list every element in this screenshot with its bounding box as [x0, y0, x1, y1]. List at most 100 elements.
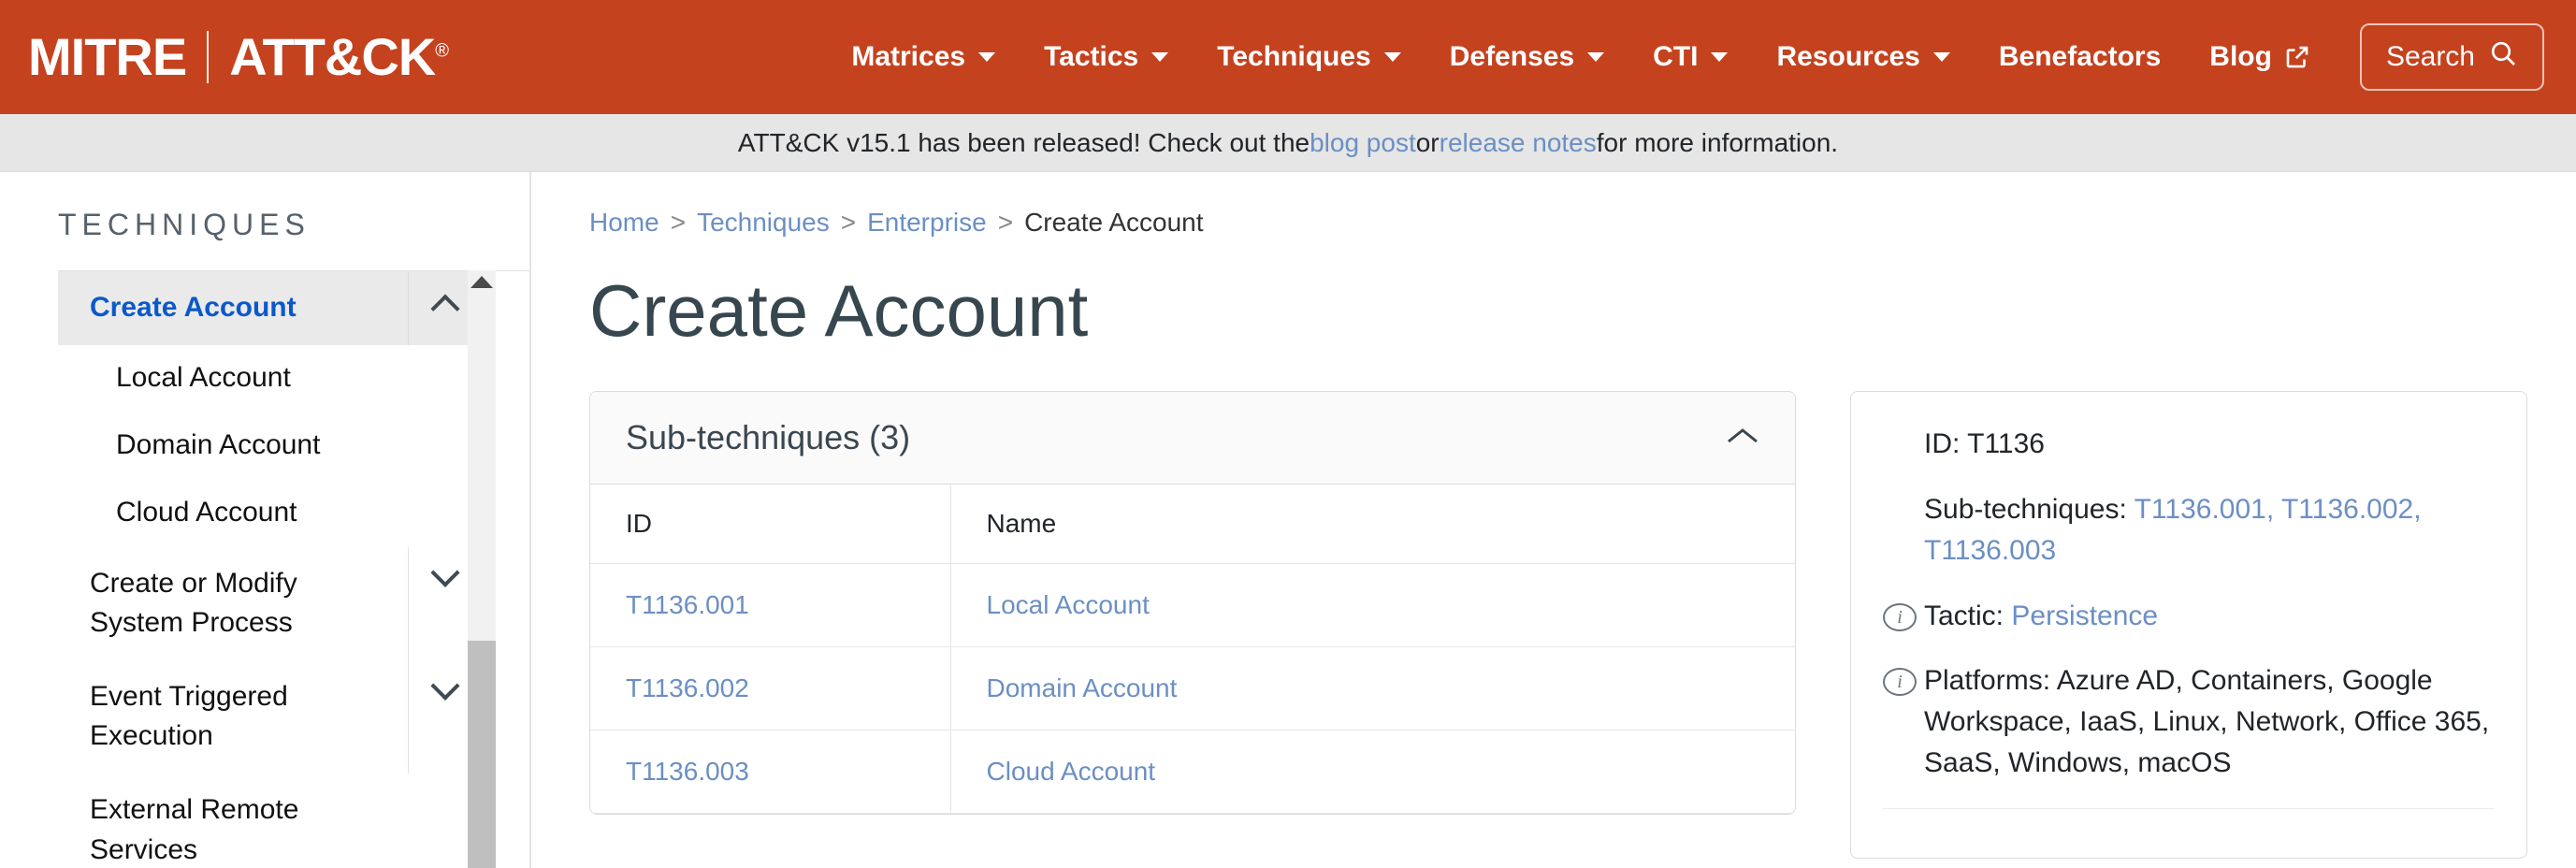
nav-item-label: Matrices	[851, 41, 966, 72]
breadcrumb: Home > Techniques > Enterprise > Create Accoun…	[589, 208, 2527, 238]
table-cell-id: T1136.002	[590, 646, 951, 731]
breadcrumb-item-current: Create Account	[1024, 208, 1204, 237]
sidebar-item-label: Event Triggered Execution	[90, 680, 288, 752]
nav-item-label: Techniques	[1217, 41, 1371, 72]
comma-separator: ,	[2413, 494, 2422, 526]
sidebar-subitem-cloud-account[interactable]: Cloud Account	[58, 480, 481, 547]
brand-mitre-text: MITRE	[28, 27, 187, 86]
breadcrumb-item-techniques[interactable]: Techniques	[697, 208, 830, 237]
info-circle-icon[interactable]: i	[1883, 668, 1917, 697]
subtechniques-card-header[interactable]: Sub-techniques (3)	[590, 392, 1795, 485]
banner-text-mid: or	[1415, 127, 1440, 157]
nav-item-matrices[interactable]: Matrices	[827, 32, 1020, 82]
info-label-platforms: Platforms:	[1924, 665, 2051, 697]
breadcrumb-separator: >	[997, 208, 1014, 237]
brand-divider	[207, 31, 210, 83]
registered-trademark-icon: ®	[435, 40, 449, 62]
nav-item-label: Defenses	[1449, 41, 1575, 72]
subtechnique-link-002[interactable]: T1136.002	[2281, 494, 2413, 525]
info-label-tactic: Tactic:	[1924, 600, 2004, 631]
table-row[interactable]: T1136.002 Domain Account	[590, 646, 1795, 731]
sidebar-list: Create Account Local Account Domain Acco…	[58, 271, 481, 868]
info-row-id: ID: T1136	[1883, 424, 2495, 489]
release-banner: ATT&CK v15.1 has been released! Check ou…	[0, 114, 2576, 172]
table-row[interactable]: T1136.001 Local Account	[590, 563, 1795, 648]
nav-item-benefactors[interactable]: Benefactors	[1975, 32, 2185, 82]
sidebar-item-label: Create or Modify System Process	[90, 567, 297, 639]
brand-attack-text: ATT&CK®	[229, 27, 449, 86]
subtechnique-name-link[interactable]: Domain Account	[987, 673, 1178, 702]
sidebar-title: TECHNIQUES	[58, 208, 311, 241]
table-row[interactable]: T1136.003 Cloud Account	[590, 730, 1795, 815]
nav-item-tactics[interactable]: Tactics	[1020, 32, 1193, 82]
sidebar-item-create-account[interactable]: Create Account	[58, 271, 481, 345]
subtechniques-table: ID Name T1136.001 Local Account T1136.00…	[590, 485, 1795, 815]
info-circle-icon[interactable]: i	[1883, 602, 1917, 631]
nav-item-label: Resources	[1776, 41, 1920, 72]
info-label-id: ID:	[1924, 428, 1961, 460]
sidebar-scroll-area: Create Account Local Account Domain Acco…	[58, 270, 529, 868]
sidebar-item-event-triggered-execution[interactable]: Event Triggered Execution	[58, 659, 481, 774]
column-header-id: ID	[590, 485, 951, 565]
banner-release-notes-link[interactable]: release notes	[1440, 128, 1597, 158]
sidebar-scrollbar[interactable]	[468, 270, 496, 868]
chevron-down-icon	[1711, 52, 1729, 62]
nav-item-label: Benefactors	[1998, 41, 2162, 72]
search-icon	[2488, 38, 2518, 76]
table-cell-id: T1136.001	[590, 563, 951, 648]
chevron-down-icon	[429, 557, 460, 587]
info-row-tactic: i Tactic: Persistence	[1883, 596, 2495, 661]
info-value-id: T1136	[1967, 428, 2045, 460]
brand-logo[interactable]: MITRE ATT&CK®	[28, 27, 449, 86]
comma-separator: ,	[2265, 494, 2275, 526]
table-cell-id: T1136.003	[590, 730, 951, 815]
nav-item-resources[interactable]: Resources	[1752, 32, 1974, 82]
scroll-up-arrow-icon[interactable]	[470, 276, 493, 288]
search-button[interactable]: Search	[2359, 23, 2544, 91]
chevron-down-icon	[1587, 52, 1605, 62]
sidebar-item-external-remote-services[interactable]: External Remote Services	[58, 774, 481, 868]
nav-item-label: Tactics	[1044, 41, 1139, 72]
subtechnique-id-link[interactable]: T1136.003	[626, 757, 749, 786]
info-card-divider	[1883, 807, 2495, 809]
nav-item-label: CTI	[1653, 41, 1699, 72]
chevron-up-icon	[429, 294, 460, 324]
subtechnique-link-003[interactable]: T1136.003	[1924, 535, 2056, 566]
sidebar-subitem-local-account[interactable]: Local Account	[58, 345, 481, 412]
nav-item-techniques[interactable]: Techniques	[1193, 32, 1425, 82]
info-row-body: Platforms: Azure AD, Containers, Google …	[1924, 660, 2495, 783]
table-cell-name: Domain Account	[950, 646, 1795, 731]
nav-item-defenses[interactable]: Defenses	[1425, 32, 1628, 82]
table-cell-name: Local Account	[950, 563, 1795, 648]
chevron-down-icon	[1383, 52, 1401, 62]
info-row-platforms: i Platforms: Azure AD, Containers, Googl…	[1883, 660, 2495, 807]
chevron-up-icon[interactable]	[1726, 425, 1759, 452]
main-columns: Sub-techniques (3) ID Name T1136.001 Loc…	[589, 391, 2527, 860]
subtechnique-link-001[interactable]: T1136.001	[2135, 494, 2266, 525]
subtechnique-id-link[interactable]: T1136.001	[626, 590, 749, 619]
info-value-tactic-link[interactable]: Persistence	[2011, 600, 2158, 631]
banner-blog-post-link[interactable]: blog post	[1310, 128, 1416, 158]
sidebar-subitem-domain-account[interactable]: Domain Account	[58, 412, 481, 480]
sidebar-item-create-or-modify-system-process[interactable]: Create or Modify System Process	[58, 546, 481, 660]
sidebar-scrollbar-thumb[interactable]	[468, 641, 496, 868]
subtechnique-name-link[interactable]: Cloud Account	[987, 757, 1156, 786]
main-content: Home > Techniques > Enterprise > Create Accoun…	[531, 172, 2576, 868]
banner-text-before: ATT&CK v15.1 has been released! Check ou…	[737, 127, 1310, 157]
nav-links: Matrices Tactics Techniques Defenses CTI…	[504, 23, 2544, 91]
breadcrumb-item-enterprise[interactable]: Enterprise	[867, 208, 987, 237]
breadcrumb-item-home[interactable]: Home	[589, 208, 659, 237]
technique-info-column: ID: T1136 Sub-techniques: T1136.001, T11…	[1850, 391, 2527, 860]
subtechnique-id-link[interactable]: T1136.002	[626, 673, 749, 702]
nav-item-cti[interactable]: CTI	[1628, 32, 1752, 82]
sidebar-subitem-label: Local Account	[116, 361, 291, 393]
sidebar-item-label: Create Account	[90, 292, 297, 323]
subtechniques-card-title: Sub-techniques (3)	[626, 418, 911, 457]
external-link-icon	[2283, 43, 2311, 71]
subtechnique-name-link[interactable]: Local Account	[987, 590, 1150, 619]
sidebar: TECHNIQUES Create Account Local Account …	[0, 172, 531, 868]
nav-item-blog[interactable]: Blog	[2185, 32, 2336, 82]
top-navbar: MITRE ATT&CK® Matrices Tactics Technique…	[0, 0, 2576, 114]
